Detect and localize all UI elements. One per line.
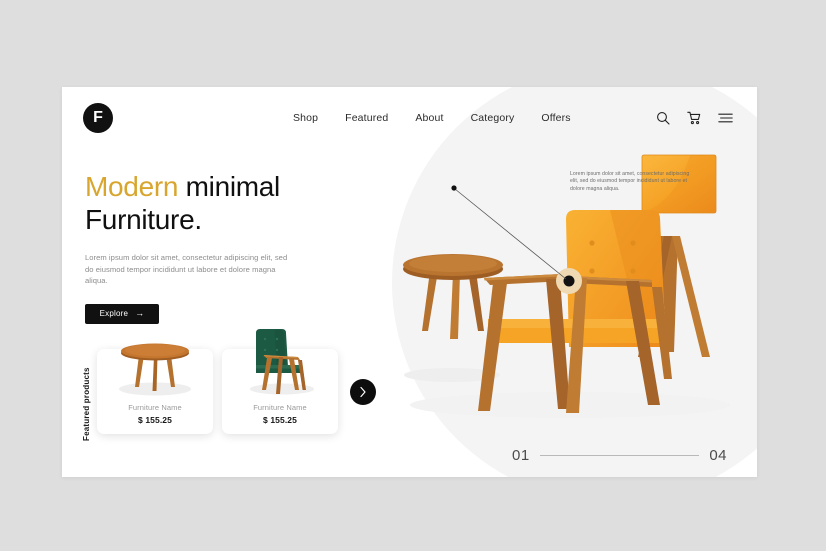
annotation-anchor-dot — [451, 185, 457, 191]
featured-products-section: Featured products Furniture Name $ 155.2… — [82, 329, 376, 441]
hero-section: Modern minimal Furniture. Lorem ipsum do… — [85, 170, 335, 324]
slide-pagination: 01 04 — [512, 447, 727, 464]
nav-item-featured[interactable]: Featured — [345, 112, 388, 124]
product-name: Furniture Name — [253, 403, 307, 412]
product-price: $ 155.25 — [263, 415, 297, 425]
green-armchair-illustration — [222, 327, 338, 399]
round-wood-table-illustration — [97, 327, 213, 399]
brand-logo[interactable]: F — [83, 103, 113, 133]
page-title: Modern minimal Furniture. — [85, 170, 335, 236]
product-price: $ 155.25 — [138, 415, 172, 425]
top-navigation-bar: F Shop Featured About Category Offers — [62, 87, 757, 149]
arrow-right-icon: → — [135, 308, 145, 318]
product-card[interactable]: Furniture Name $ 155.25 — [222, 329, 338, 434]
nav-item-offers[interactable]: Offers — [541, 112, 570, 124]
product-meta: Furniture Name $ 155.25 — [97, 403, 213, 425]
armchair — [478, 210, 672, 413]
next-products-button[interactable] — [350, 379, 376, 405]
screenshot-stage: F Shop Featured About Category Offers Mo… — [0, 0, 826, 551]
nav-icon-group — [656, 111, 733, 125]
explore-button-label: Explore — [99, 309, 129, 318]
hero-paragraph: Lorem ipsum dolor sit amet, consectetur … — [85, 253, 288, 285]
landing-page-card: F Shop Featured About Category Offers Mo… — [62, 87, 757, 477]
page-title-accent: Modern — [85, 171, 179, 202]
annotation-text: Lorem ipsum dolor sit amet, consectetur … — [570, 171, 690, 192]
explore-button[interactable]: Explore → — [85, 303, 159, 324]
nav-item-about[interactable]: About — [415, 112, 443, 124]
brand-logo-letter: F — [93, 109, 103, 126]
furniture-scene-svg — [403, 154, 730, 418]
product-card[interactable]: Furniture Name $ 155.25 — [97, 343, 213, 434]
nav-item-category[interactable]: Category — [471, 112, 515, 124]
chevron-right-icon — [360, 386, 366, 398]
pagination-total[interactable]: 04 — [709, 447, 727, 464]
nav-links: Shop Featured About Category Offers — [293, 112, 571, 124]
product-card-list: Furniture Name $ 155.25 Furniture Name $… — [97, 329, 338, 434]
nav-item-shop[interactable]: Shop — [293, 112, 318, 124]
search-icon[interactable] — [656, 111, 670, 125]
product-name: Furniture Name — [128, 403, 182, 412]
featured-products-label: Featured products — [82, 367, 91, 441]
pagination-rule — [539, 455, 700, 456]
cart-icon[interactable] — [687, 111, 701, 125]
hero-illustration: Lorem ipsum dolor sit amet, consectetur … — [380, 147, 757, 447]
hamburger-menu-icon[interactable] — [718, 112, 733, 124]
pagination-current[interactable]: 01 — [512, 447, 530, 464]
product-meta: Furniture Name $ 155.25 — [222, 403, 338, 425]
